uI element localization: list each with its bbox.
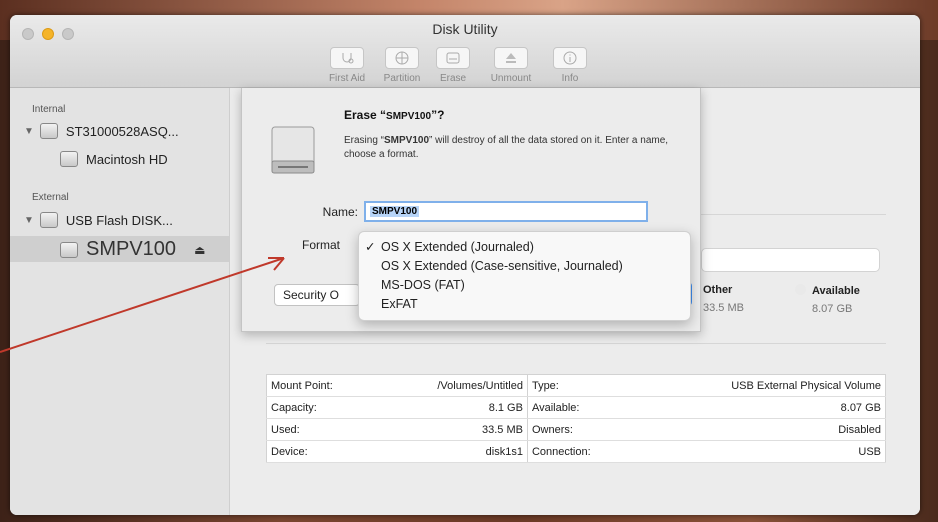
eject-icon[interactable]: ⏏	[194, 243, 205, 257]
name-field-value: SMPV100	[370, 206, 420, 217]
erase-dialog-title: Erase “SMPV100”?	[344, 108, 444, 122]
titlebar: Disk Utility First Aid Partition Erase U…	[10, 15, 920, 88]
table-key: Owners:	[527, 418, 635, 441]
sidebar: Internal ▼ ST31000528ASQ... Macintosh HD…	[10, 88, 230, 515]
external-drive-icon	[271, 126, 315, 174]
table-value: USB	[634, 440, 886, 463]
toolbar-label: Partition	[383, 73, 421, 84]
usage-bar	[701, 248, 880, 272]
title-volume-name: SMPV100	[386, 111, 432, 122]
format-option[interactable]: MS-DOS (FAT)	[359, 276, 690, 295]
volume-icon	[60, 151, 78, 167]
usage-other-value: 33.5 MB	[703, 302, 744, 314]
toolbar-label: Info	[561, 73, 579, 84]
format-option-label: MS-DOS (FAT)	[381, 278, 465, 292]
sidebar-item-macintosh-hd[interactable]: Macintosh HD	[60, 151, 168, 167]
volume-info-table: Mount Point: /Volumes/Untitled Type: USB…	[266, 374, 886, 463]
format-option-label: OS X Extended (Journaled)	[381, 240, 534, 254]
title-text: ”?	[431, 108, 445, 122]
toolbar-first-aid[interactable]: First Aid	[317, 47, 377, 84]
sidebar-item-usb-disk[interactable]: ▼ USB Flash DISK...	[24, 212, 173, 228]
disclosure-triangle-icon[interactable]: ▼	[24, 215, 34, 226]
disk-utility-window: Disk Utility First Aid Partition Erase U…	[10, 15, 920, 515]
table-value: Disabled	[634, 418, 886, 441]
table-key: Capacity:	[266, 396, 379, 419]
name-field[interactable]: SMPV100	[364, 201, 648, 222]
format-option[interactable]: ✓ OS X Extended (Journaled)	[359, 238, 690, 257]
usage-available-label: Available	[812, 285, 860, 297]
format-label: Format	[302, 238, 341, 252]
table-value: USB External Physical Volume	[634, 374, 886, 397]
table-value: disk1s1	[378, 440, 528, 463]
legend-dot	[795, 284, 806, 295]
table-value: 33.5 MB	[378, 418, 528, 441]
usage-available-value: 8.07 GB	[812, 303, 853, 315]
table-key: Used:	[266, 418, 379, 441]
usage-other-label: Other	[703, 284, 733, 296]
message-volume-name: SMPV100	[384, 135, 430, 146]
toolbar-label: First Aid	[328, 73, 366, 84]
table-value: /Volumes/Untitled	[378, 374, 528, 397]
table-key: Connection:	[527, 440, 635, 463]
toolbar-erase[interactable]: Erase	[428, 47, 478, 84]
checkmark-icon: ✓	[365, 240, 376, 254]
disk-icon	[39, 212, 58, 228]
disclosure-triangle-icon[interactable]: ▼	[24, 126, 34, 137]
title-text: Erase “	[344, 108, 387, 122]
toolbar-label: Unmount	[490, 73, 532, 84]
table-row: Capacity: 8.1 GB Available: 8.07 GB	[266, 396, 886, 419]
table-value: 8.07 GB	[634, 396, 886, 419]
divider	[266, 343, 886, 344]
sidebar-section-internal: Internal	[32, 104, 66, 115]
usage-available: Available 8.07 GB	[795, 284, 860, 315]
main-panel: Other 33.5 MB Available 8.07 GB Mount Po…	[231, 88, 920, 515]
sidebar-item-label: ST31000528ASQ...	[65, 123, 179, 139]
sidebar-item-label: Macintosh HD	[86, 151, 168, 167]
toolbar-info[interactable]: Info	[548, 47, 592, 84]
erase-icon	[436, 47, 470, 69]
message-text: Erasing “	[344, 135, 385, 146]
table-value: 8.1 GB	[378, 396, 528, 419]
format-dropdown-menu[interactable]: ✓ OS X Extended (Journaled) OS X Extended…	[358, 231, 691, 321]
erase-sheet: Erase “SMPV100”? Erasing “SMPV100” will …	[241, 88, 701, 332]
format-option[interactable]: ExFAT	[359, 295, 690, 314]
eject-icon	[494, 47, 528, 69]
window-title: Disk Utility	[432, 21, 498, 37]
info-icon	[553, 47, 587, 69]
table-key: Type:	[527, 374, 635, 397]
table-key: Device:	[266, 440, 379, 463]
format-option-label: ExFAT	[381, 297, 418, 311]
partition-icon	[385, 47, 419, 69]
table-key: Mount Point:	[266, 374, 379, 397]
table-row: Used: 33.5 MB Owners: Disabled	[266, 418, 886, 441]
sidebar-item-label: USB Flash DISK...	[65, 212, 173, 228]
sidebar-item-label: SMPV100	[86, 238, 177, 260]
table-key: Available:	[527, 396, 635, 419]
format-option-label: OS X Extended (Case-sensitive, Journaled…	[381, 259, 623, 273]
security-options-button[interactable]: Security O	[274, 284, 360, 306]
toolbar-label: Erase	[439, 73, 467, 84]
name-label: Name:	[322, 205, 358, 219]
sidebar-item-internal-disk[interactable]: ▼ ST31000528ASQ...	[24, 123, 179, 139]
disk-icon	[39, 123, 58, 139]
usage-other: Other 33.5 MB	[703, 284, 744, 314]
sidebar-item-smpv100[interactable]: SMPV100 ⏏	[60, 238, 205, 261]
sidebar-section-external: External	[32, 192, 69, 203]
toolbar-unmount[interactable]: Unmount	[480, 47, 542, 84]
volume-icon	[60, 241, 78, 258]
erase-dialog-message: Erasing “SMPV100” will destroy of all th…	[344, 134, 684, 162]
toolbar-partition[interactable]: Partition	[372, 47, 432, 84]
table-row: Mount Point: /Volumes/Untitled Type: USB…	[266, 374, 886, 397]
stethoscope-icon	[330, 47, 364, 69]
table-row: Device: disk1s1 Connection: USB	[266, 440, 886, 463]
format-option[interactable]: OS X Extended (Case-sensitive, Journaled…	[359, 257, 690, 276]
